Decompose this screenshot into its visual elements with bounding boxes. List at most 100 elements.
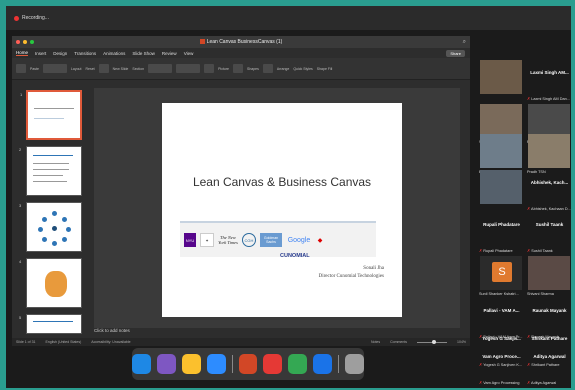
zoom-slider[interactable]	[417, 339, 448, 344]
nyu-logo: NYU	[184, 233, 196, 247]
ribbon-toolbar: Paste Layout Reset New Slide Section Pic…	[12, 58, 470, 80]
thumbnail-slide-3[interactable]: 3	[19, 202, 82, 252]
thumbnail-slide-1[interactable]: 1	[20, 90, 82, 140]
teams-icon[interactable]	[313, 354, 333, 374]
participant-sub: Sushil Taank	[531, 249, 553, 253]
participant-name: Raunak Mayank	[532, 308, 567, 313]
arrange-label: Arrange	[276, 66, 290, 71]
shapes-label: Shapes	[246, 66, 259, 71]
paste-button[interactable]	[16, 64, 26, 73]
thumb-illustration	[45, 271, 67, 297]
trash-icon[interactable]	[345, 354, 365, 374]
thumbnail-slide-2[interactable]: 2	[19, 146, 82, 196]
thumb-dot	[52, 241, 57, 246]
participant-tile[interactable]	[478, 58, 524, 101]
shape-fill-label[interactable]: Shape Fill	[317, 67, 333, 71]
powerpoint-icon	[199, 39, 205, 45]
participant-label: ✗ Laxmi Singh AM Dan...	[527, 97, 570, 101]
slide-counter: Slide 1 of 31	[16, 340, 36, 344]
thumb-dot	[38, 227, 43, 232]
zoom-knob[interactable]	[432, 339, 437, 344]
zoom-level[interactable]: 104%	[457, 340, 466, 344]
font-controls[interactable]	[148, 64, 173, 73]
chrome-icon[interactable]	[263, 354, 283, 374]
participant-name: Shrikant Pathare	[531, 336, 568, 341]
tab-review[interactable]: Review	[162, 51, 177, 56]
tab-insert[interactable]: Insert	[35, 51, 46, 56]
comments-button[interactable]: Comments	[390, 340, 407, 344]
participant-label: ✗ Rupali Phadatare	[479, 249, 513, 253]
arrange-button[interactable]	[262, 64, 273, 73]
slide-title[interactable]: Lean Canvas & Business Canvas	[162, 175, 402, 189]
tab-design[interactable]: Design	[53, 51, 67, 56]
thumbnail-number: 2	[19, 147, 22, 152]
participant-tile[interactable]: Vam Agro Proce... ✗ Vam Agro Processing	[478, 342, 524, 385]
meet-icon[interactable]	[288, 354, 308, 374]
thumb-dot	[52, 211, 57, 216]
thumb-line	[34, 108, 74, 109]
tab-animations[interactable]: Animations	[103, 51, 125, 56]
section-label[interactable]: Section	[132, 67, 144, 71]
notes-placeholder[interactable]: Click to add notes	[94, 328, 130, 333]
powerpoint-app-icon[interactable]	[238, 354, 258, 374]
participant-tile[interactable]: Rupali Phadatare ✗ Rupali Phadatare	[478, 210, 524, 253]
participant-video	[528, 256, 570, 290]
quick-styles-label[interactable]: Quick Styles	[293, 67, 312, 71]
language-status[interactable]: English (United States)	[45, 340, 81, 344]
notes-app-icon[interactable]	[181, 354, 201, 374]
tab-transitions[interactable]: Transitions	[74, 51, 96, 56]
participant-tile[interactable]: Aditya Agarwal ✗ Aditya Agarwal	[526, 342, 572, 385]
accessibility-status[interactable]: Accessibility: Unavailable	[91, 340, 130, 344]
participant-tile[interactable]: Laxmi Singh AM... ✗ Laxmi Singh AM Dan..…	[526, 58, 572, 101]
thumb-line	[33, 175, 63, 176]
cunomial-logo: CUNOMIAL	[280, 253, 310, 259]
tab-view[interactable]: View	[184, 51, 194, 56]
share-button[interactable]: Share	[446, 49, 465, 57]
participant-sub: Laxmi Singh AM Dan...	[531, 97, 570, 101]
participant-name: Laxmi Singh AM...	[530, 70, 569, 75]
thumb-dot	[52, 226, 57, 231]
participant-tile[interactable]: Sushil Taank ✗ Sushil Taank	[526, 210, 572, 253]
launchpad-icon[interactable]	[156, 354, 176, 374]
notes-button[interactable]: Notes	[371, 340, 380, 344]
tab-home[interactable]: Home	[16, 50, 29, 56]
participant-video	[480, 60, 522, 94]
participant-video: S	[480, 256, 522, 290]
finder-icon[interactable]	[131, 354, 151, 374]
layout-button[interactable]	[42, 64, 67, 73]
dock-separator	[338, 355, 340, 373]
new-slide-button[interactable]	[98, 64, 109, 73]
thumb-line	[33, 163, 69, 164]
picture-button[interactable]	[204, 64, 215, 73]
avatar: S	[492, 262, 512, 282]
shapes-button[interactable]	[232, 64, 243, 73]
participant-name: Rupali Phadatare	[483, 222, 520, 227]
presenter-name: Sonali Jha	[363, 266, 384, 271]
zoom-app-icon[interactable]	[206, 354, 226, 374]
screen-frame: Recording... Lean Canvas BusinessCanvas …	[6, 6, 571, 388]
seal-logo: ✦	[200, 233, 214, 247]
logo-strip: NYU ✦ The New York Times CGH Goldman Sac…	[180, 221, 376, 257]
google-logo: Google	[287, 236, 311, 244]
paste-label: Paste	[30, 66, 39, 71]
participant-tile[interactable]: S Sunil Shanker Kshatri...	[478, 254, 524, 297]
thumbnail-number: 3	[19, 203, 22, 208]
powerpoint-window: Lean Canvas BusinessCanvas (1) ⌕ Home In…	[12, 36, 470, 346]
tab-slide-show[interactable]: Slide Show	[132, 51, 155, 56]
paragraph-controls[interactable]	[176, 64, 201, 73]
thumbnail-slide-4[interactable]: 4	[19, 258, 82, 308]
current-slide[interactable]: Lean Canvas & Business Canvas NYU ✦ The …	[162, 103, 402, 317]
title-bar: Lean Canvas BusinessCanvas (1) ⌕	[12, 36, 470, 48]
thumb-dot	[62, 217, 67, 222]
record-icon	[14, 15, 19, 21]
thumbnail-number: 5	[19, 315, 22, 320]
participant-tile[interactable]: Abhishek, Kach... ✗ Abhishek, Kachaan D.…	[526, 168, 572, 211]
slide-thumbnails: 1 2 3 4 5	[16, 86, 86, 334]
thumbnail-slide-5[interactable]: 5	[19, 314, 82, 334]
participant-label: ✗ Aditya Agarwal	[527, 381, 557, 385]
reset-label[interactable]: Reset	[85, 67, 94, 71]
presenter-info: Sonali Jha Director Cunomial Technologie…	[319, 265, 384, 281]
thumbnail-number: 4	[19, 259, 22, 264]
participant-tile[interactable]: Shivani Sharma	[526, 254, 572, 297]
participant-tile[interactable]	[478, 168, 524, 211]
